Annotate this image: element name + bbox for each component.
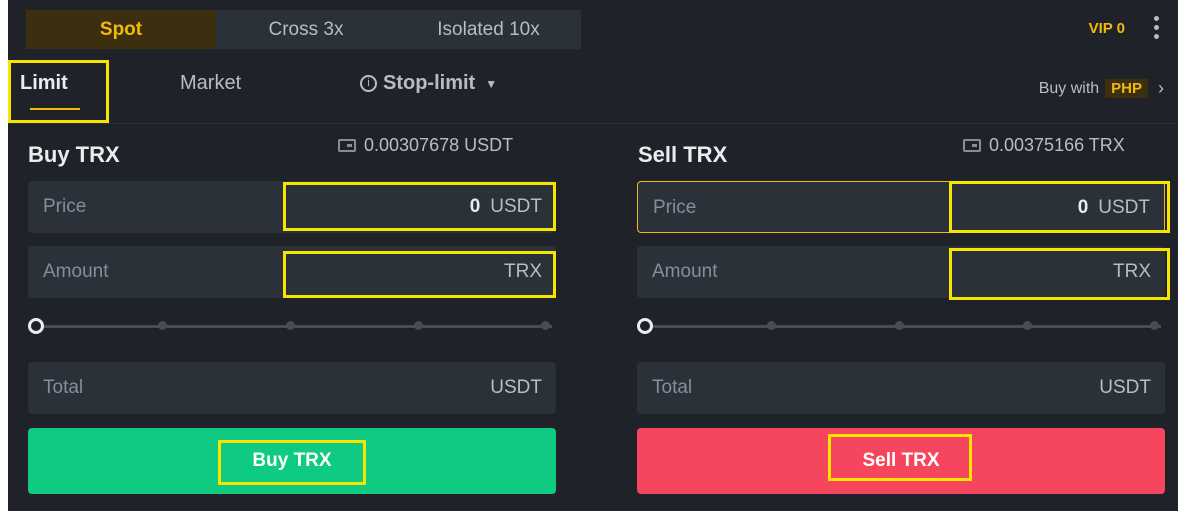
sell-price-value: 0 — [1077, 197, 1089, 218]
slider-tick[interactable] — [1150, 321, 1159, 330]
tab-stop-limit-label: Stop-limit — [383, 72, 476, 94]
sell-balance: 0.00375166 TRX — [963, 135, 1125, 156]
slider-track — [38, 325, 552, 328]
wallet-icon — [338, 139, 356, 152]
sell-title: Sell TRX — [638, 142, 728, 167]
buy-amount-label: Amount — [43, 261, 109, 282]
tab-market[interactable]: Market — [180, 72, 241, 95]
sell-price-label: Price — [653, 197, 697, 218]
more-options-icon[interactable] — [1154, 16, 1160, 43]
tab-stop-limit[interactable]: i Stop-limit ▼ — [360, 72, 497, 95]
sell-price-input[interactable]: Price 0 USDT — [637, 181, 1165, 233]
wallet-icon — [963, 139, 981, 152]
slider-tick[interactable] — [541, 321, 550, 330]
slider-tick[interactable] — [767, 321, 776, 330]
sell-balance-value: 0.00375166 TRX — [989, 135, 1125, 155]
sell-total-unit: USDT — [1099, 377, 1151, 398]
chevron-right-icon: › — [1158, 78, 1164, 98]
buy-amount-slider[interactable] — [28, 318, 556, 334]
buy-balance: 0.00307678 USDT — [338, 135, 513, 156]
buy-total-unit: USDT — [490, 377, 542, 398]
buy-button[interactable]: Buy TRX — [28, 428, 556, 494]
slider-handle[interactable] — [637, 318, 653, 334]
buy-price-value: 0 — [469, 196, 481, 217]
chevron-down-icon: ▼ — [485, 76, 498, 91]
vip-level-badge[interactable]: VIP 0 — [1089, 20, 1125, 37]
buy-with-label: Buy with — [1038, 79, 1100, 97]
sell-button-label: Sell TRX — [862, 450, 940, 471]
slider-tick[interactable] — [286, 321, 295, 330]
tab-limit[interactable]: Limit — [20, 72, 68, 95]
sell-amount-unit: TRX — [1113, 261, 1151, 282]
tab-cross[interactable]: Cross 3x — [216, 10, 396, 49]
slider-tick[interactable] — [158, 321, 167, 330]
buy-balance-value: 0.00307678 USDT — [364, 135, 514, 155]
tab-spot[interactable]: Spot — [26, 10, 216, 49]
slider-tick[interactable] — [895, 321, 904, 330]
buy-price-input[interactable]: Price 0 USDT — [28, 181, 556, 233]
buy-with-link[interactable]: Buy with PHP › — [1039, 78, 1164, 99]
sell-amount-slider[interactable] — [637, 318, 1165, 334]
sell-total-label: Total — [652, 377, 693, 398]
buy-amount-unit: TRX — [504, 261, 542, 282]
sell-button[interactable]: Sell TRX — [637, 428, 1165, 494]
tab-limit-underline — [30, 108, 80, 110]
trade-panel: Spot Cross 3x Isolated 10x VIP 0 Limit M… — [8, 0, 1178, 511]
sell-total-input[interactable]: Total USDT — [637, 362, 1165, 414]
tab-isolated[interactable]: Isolated 10x — [396, 10, 581, 49]
tab-spot-label: Spot — [99, 18, 143, 40]
currency-badge: PHP — [1105, 79, 1148, 98]
sell-amount-input[interactable]: Amount TRX — [637, 246, 1165, 298]
tab-isolated-label: Isolated — [437, 18, 504, 40]
slider-handle[interactable] — [28, 318, 44, 334]
tab-cross-leverage: 3x — [323, 18, 344, 40]
buy-price-unit: USDT — [490, 196, 542, 217]
info-icon: i — [360, 75, 377, 92]
buy-total-label: Total — [43, 377, 84, 398]
buy-title: Buy TRX — [28, 142, 120, 167]
slider-tick[interactable] — [414, 321, 423, 330]
buy-price-label: Price — [43, 196, 87, 217]
slider-tick[interactable] — [1023, 321, 1032, 330]
sell-amount-label: Amount — [652, 261, 718, 282]
slider-track — [647, 325, 1161, 328]
buy-total-input[interactable]: Total USDT — [28, 362, 556, 414]
sell-price-unit: USDT — [1098, 197, 1150, 218]
buy-button-label: Buy TRX — [252, 450, 332, 471]
divider — [8, 123, 1178, 124]
tab-isolated-leverage: 10x — [509, 18, 540, 40]
buy-amount-input[interactable]: Amount TRX — [28, 246, 556, 298]
tab-cross-label: Cross — [268, 18, 319, 40]
